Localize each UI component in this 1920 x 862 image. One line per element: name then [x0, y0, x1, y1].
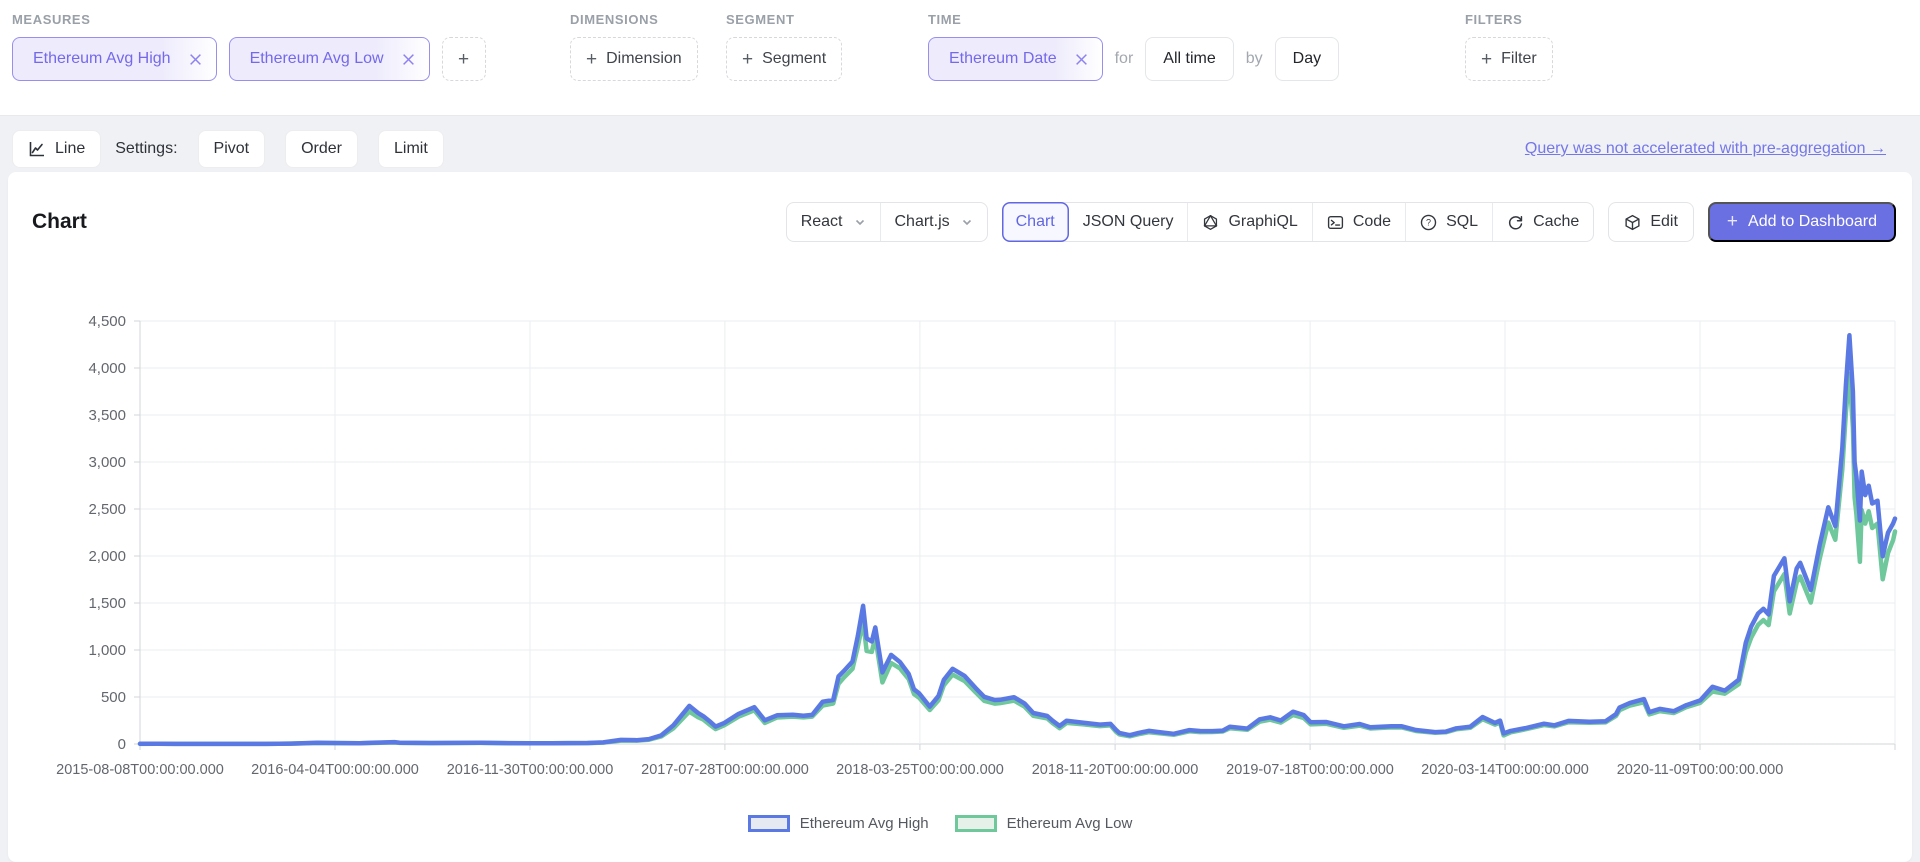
- y-axis-tick-label: 3,500: [8, 407, 126, 424]
- library-select[interactable]: Chart.js: [880, 203, 987, 241]
- time-section: TIME Ethereum Date for All time by Day: [928, 12, 1339, 81]
- tab-graphiql[interactable]: GraphiQL: [1187, 203, 1311, 241]
- add-segment-button[interactable]: + Segment: [726, 37, 842, 81]
- add-to-dashboard-label: Add to Dashboard: [1748, 213, 1877, 231]
- tab-label: Code: [1353, 213, 1391, 231]
- chevron-down-icon: [961, 216, 973, 228]
- chart-card-title: Chart: [32, 210, 87, 234]
- segment-label: SEGMENT: [726, 12, 842, 27]
- svg-text:?: ?: [1426, 217, 1431, 227]
- add-filter-label: Filter: [1501, 50, 1537, 68]
- settings-limit-button[interactable]: Limit: [378, 130, 444, 168]
- measure-chip[interactable]: Ethereum Avg High: [12, 37, 217, 81]
- plus-icon: +: [1727, 211, 1738, 233]
- chart-card-header: Chart React Chart.js Chart JSON Query Grap…: [32, 202, 1896, 242]
- refresh-icon: [1507, 214, 1524, 231]
- measure-chip-label: Ethereum Avg Low: [250, 50, 384, 68]
- measure-chip[interactable]: Ethereum Avg Low: [229, 37, 430, 81]
- settings-label: Settings:: [115, 140, 177, 158]
- measures-section: MEASURES Ethereum Avg High Ethereum Avg L…: [12, 12, 486, 81]
- chart-legend: Ethereum Avg High Ethereum Avg Low: [8, 815, 1872, 832]
- tab-label: Chart: [1016, 213, 1055, 231]
- query-builder-toolbar: MEASURES Ethereum Avg High Ethereum Avg L…: [0, 0, 1920, 116]
- add-to-dashboard-button[interactable]: + Add to Dashboard: [1708, 202, 1896, 242]
- plus-icon: +: [458, 50, 469, 69]
- dimensions-label: DIMENSIONS: [570, 12, 698, 27]
- measure-chip-label: Ethereum Avg High: [33, 50, 171, 68]
- y-axis-tick-label: 4,500: [8, 313, 126, 330]
- framework-select-value: React: [801, 213, 843, 231]
- tab-label: SQL: [1446, 213, 1478, 231]
- legend-swatch: [955, 815, 997, 832]
- preaggregation-link[interactable]: Query was not accelerated with pre-aggre…: [1525, 140, 1886, 158]
- library-select-value: Chart.js: [895, 213, 950, 231]
- tab-label: GraphiQL: [1228, 213, 1297, 231]
- legend-item-ethereum-avg-high[interactable]: Ethereum Avg High: [748, 815, 929, 832]
- add-filter-button[interactable]: + Filter: [1465, 37, 1553, 81]
- plus-icon: +: [1481, 50, 1492, 69]
- framework-library-selects: React Chart.js: [786, 202, 988, 242]
- add-segment-label: Segment: [762, 50, 826, 68]
- add-measure-button[interactable]: +: [442, 37, 486, 81]
- add-dimension-label: Dimension: [606, 50, 682, 68]
- remove-measure-icon[interactable]: [189, 53, 202, 66]
- tab-chart[interactable]: Chart: [1002, 202, 1069, 242]
- settings-order-button[interactable]: Order: [285, 130, 358, 168]
- dimensions-section: DIMENSIONS + Dimension: [570, 12, 698, 81]
- time-label: TIME: [928, 12, 1339, 27]
- tab-code[interactable]: Code: [1312, 203, 1405, 241]
- y-axis-tick-label: 2,000: [8, 548, 126, 565]
- legend-swatch: [748, 815, 790, 832]
- y-axis-tick-label: 0: [8, 736, 126, 753]
- tab-cache[interactable]: Cache: [1492, 203, 1593, 241]
- terminal-icon: [1327, 214, 1344, 231]
- by-label: by: [1246, 50, 1263, 68]
- view-tabs-group: Chart JSON Query GraphiQL Code? SQL Cache: [1002, 202, 1595, 242]
- x-axis-tick-label: 2020-11-09T00:00:00.000: [1585, 762, 1815, 778]
- chart-type-button[interactable]: Line: [12, 130, 101, 168]
- y-axis-tick-label: 2,500: [8, 501, 126, 518]
- filters-section: FILTERS + Filter: [1465, 12, 1553, 81]
- time-dimension-chip[interactable]: Ethereum Date: [928, 37, 1103, 81]
- question-circle-icon: ?: [1420, 214, 1437, 231]
- y-axis-tick-label: 4,000: [8, 360, 126, 377]
- settings-pivot-button[interactable]: Pivot: [198, 130, 266, 168]
- time-dimension-chip-label: Ethereum Date: [949, 50, 1057, 68]
- y-axis-tick-label: 1,000: [8, 642, 126, 659]
- tab-label: JSON Query: [1083, 213, 1174, 231]
- cube-icon: [1624, 214, 1641, 231]
- add-dimension-button[interactable]: + Dimension: [570, 37, 698, 81]
- remove-time-dimension-icon[interactable]: [1075, 53, 1088, 66]
- chart-controls-row: Line Settings: Pivot Order Limit Query was…: [12, 130, 1886, 168]
- chart-card: Chart React Chart.js Chart JSON Query Grap…: [8, 172, 1912, 862]
- segment-section: SEGMENT + Segment: [726, 12, 842, 81]
- remove-measure-icon[interactable]: [402, 53, 415, 66]
- tab-sql[interactable]: ? SQL: [1405, 203, 1492, 241]
- line-chart-icon: [28, 140, 46, 158]
- y-axis-tick-label: 500: [8, 689, 126, 706]
- chart-type-label: Line: [55, 140, 85, 158]
- tab-json-query[interactable]: JSON Query: [1068, 203, 1188, 241]
- y-axis-tick-label: 3,000: [8, 454, 126, 471]
- line-chart: 05001,0001,5002,0002,5003,0003,5004,0004…: [8, 321, 1912, 851]
- granularity-button[interactable]: Day: [1275, 37, 1339, 81]
- plus-icon: +: [586, 50, 597, 69]
- edit-button[interactable]: Edit: [1608, 202, 1694, 242]
- chevron-down-icon: [854, 216, 866, 228]
- chart-plot-area[interactable]: [140, 321, 1895, 744]
- graphql-icon: [1202, 214, 1219, 231]
- y-axis-tick-label: 1,500: [8, 595, 126, 612]
- tab-label: Cache: [1533, 213, 1579, 231]
- edit-button-label: Edit: [1650, 213, 1678, 231]
- legend-label: Ethereum Avg High: [800, 815, 929, 832]
- for-label: for: [1115, 50, 1134, 68]
- filters-label: FILTERS: [1465, 12, 1553, 27]
- framework-select[interactable]: React: [787, 203, 880, 241]
- legend-item-ethereum-avg-low[interactable]: Ethereum Avg Low: [955, 815, 1133, 832]
- plus-icon: +: [742, 50, 753, 69]
- legend-label: Ethereum Avg Low: [1007, 815, 1133, 832]
- measures-label: MEASURES: [12, 12, 486, 27]
- date-range-button[interactable]: All time: [1145, 37, 1233, 81]
